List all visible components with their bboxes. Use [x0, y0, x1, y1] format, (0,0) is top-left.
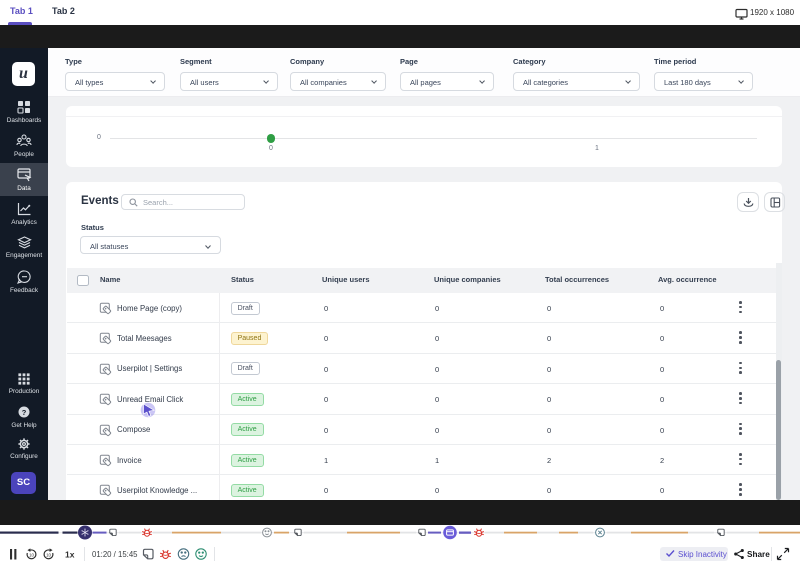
svg-text:10: 10 [29, 552, 34, 557]
svg-text:1x: 1x [65, 550, 75, 560]
svg-text:Skip Inactivity: Skip Inactivity [678, 550, 727, 559]
svg-text:Share: Share [747, 550, 770, 559]
svg-text:01:20 / 15:45: 01:20 / 15:45 [92, 550, 138, 559]
svg-text:10: 10 [46, 552, 51, 557]
svg-text:?: ? [22, 408, 27, 417]
